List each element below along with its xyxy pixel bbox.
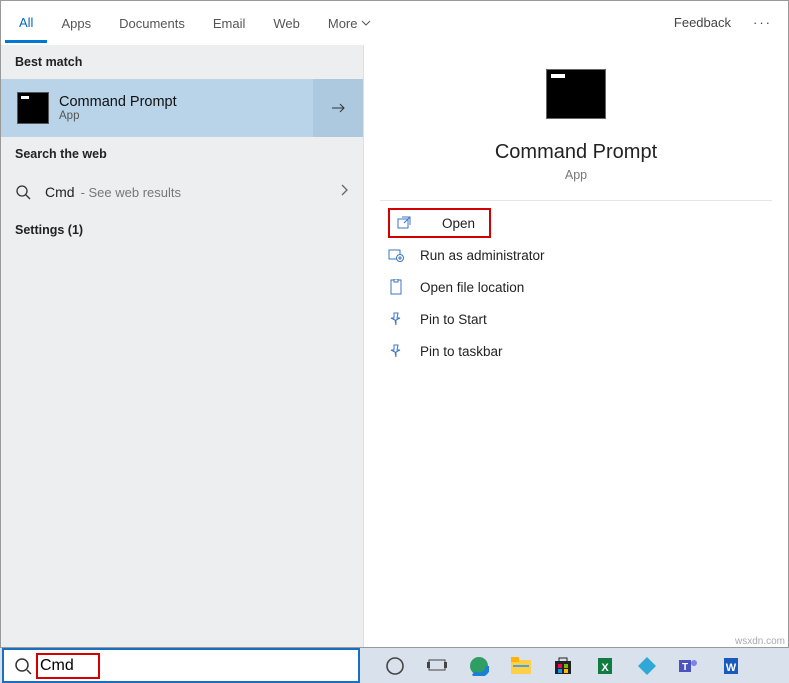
search-icon xyxy=(15,184,31,200)
web-search-row[interactable]: Cmd - See web results xyxy=(1,171,363,213)
pin-icon xyxy=(388,311,404,327)
open-file-location-action[interactable]: Open file location xyxy=(380,271,772,303)
arrow-right-icon xyxy=(328,98,348,118)
search-input[interactable] xyxy=(40,650,358,681)
tab-web[interactable]: Web xyxy=(259,4,314,41)
pin-to-start-action[interactable]: Pin to Start xyxy=(380,303,772,335)
run-as-admin-action[interactable]: Run as administrator xyxy=(380,239,772,271)
command-prompt-icon xyxy=(546,69,606,119)
tab-documents[interactable]: Documents xyxy=(105,4,199,41)
tab-apps[interactable]: Apps xyxy=(47,4,105,41)
search-web-label: Search the web xyxy=(1,137,363,171)
taskbar-search[interactable] xyxy=(2,648,360,683)
best-match-result[interactable]: Command Prompt App xyxy=(1,79,363,137)
kodi-icon[interactable] xyxy=(636,655,658,677)
results-panel: Best match Command Prompt App Search the… xyxy=(1,45,363,647)
detail-panel: Command Prompt App Open Run as administr… xyxy=(363,45,788,647)
best-match-label: Best match xyxy=(1,45,363,79)
tab-email[interactable]: Email xyxy=(199,4,260,41)
watermark: wsxdn.com xyxy=(735,636,785,647)
detail-title: Command Prompt xyxy=(364,141,788,164)
svg-text:X: X xyxy=(601,662,609,674)
chevron-right-icon xyxy=(339,183,349,202)
folder-icon xyxy=(388,279,404,295)
settings-results-label[interactable]: Settings (1) xyxy=(1,213,363,247)
divider xyxy=(380,200,772,201)
chevron-down-icon xyxy=(361,18,371,28)
teams-icon[interactable]: T xyxy=(678,655,700,677)
feedback-link[interactable]: Feedback xyxy=(664,3,741,42)
pin-to-taskbar-action[interactable]: Pin to taskbar xyxy=(380,335,772,367)
task-view-icon[interactable] xyxy=(426,655,448,677)
tab-more[interactable]: More xyxy=(314,4,385,41)
word-icon[interactable]: W xyxy=(720,655,742,677)
svg-text:W: W xyxy=(726,662,737,674)
search-icon xyxy=(14,657,32,675)
detail-subtitle: App xyxy=(364,168,788,182)
web-query-suffix: - See web results xyxy=(81,185,181,200)
open-icon xyxy=(396,215,412,231)
open-action[interactable]: Open xyxy=(380,207,772,239)
cortana-icon[interactable] xyxy=(384,655,406,677)
expand-result-button[interactable] xyxy=(313,79,363,137)
command-prompt-icon xyxy=(17,92,49,124)
result-subtitle: App xyxy=(59,110,313,122)
web-query-text: Cmd xyxy=(45,184,75,200)
admin-icon xyxy=(388,247,404,263)
edge-icon[interactable] xyxy=(468,655,490,677)
more-options-button[interactable]: ··· xyxy=(741,15,784,30)
taskbar: X T W xyxy=(0,648,789,683)
excel-icon[interactable]: X xyxy=(594,655,616,677)
microsoft-store-icon[interactable] xyxy=(552,655,574,677)
file-explorer-icon[interactable] xyxy=(510,655,532,677)
pin-icon xyxy=(388,343,404,359)
search-filter-tabs: All Apps Documents Email Web More Feedba… xyxy=(1,1,788,45)
svg-text:T: T xyxy=(682,662,688,673)
tab-all[interactable]: All xyxy=(5,3,47,43)
result-title: Command Prompt xyxy=(59,94,313,110)
